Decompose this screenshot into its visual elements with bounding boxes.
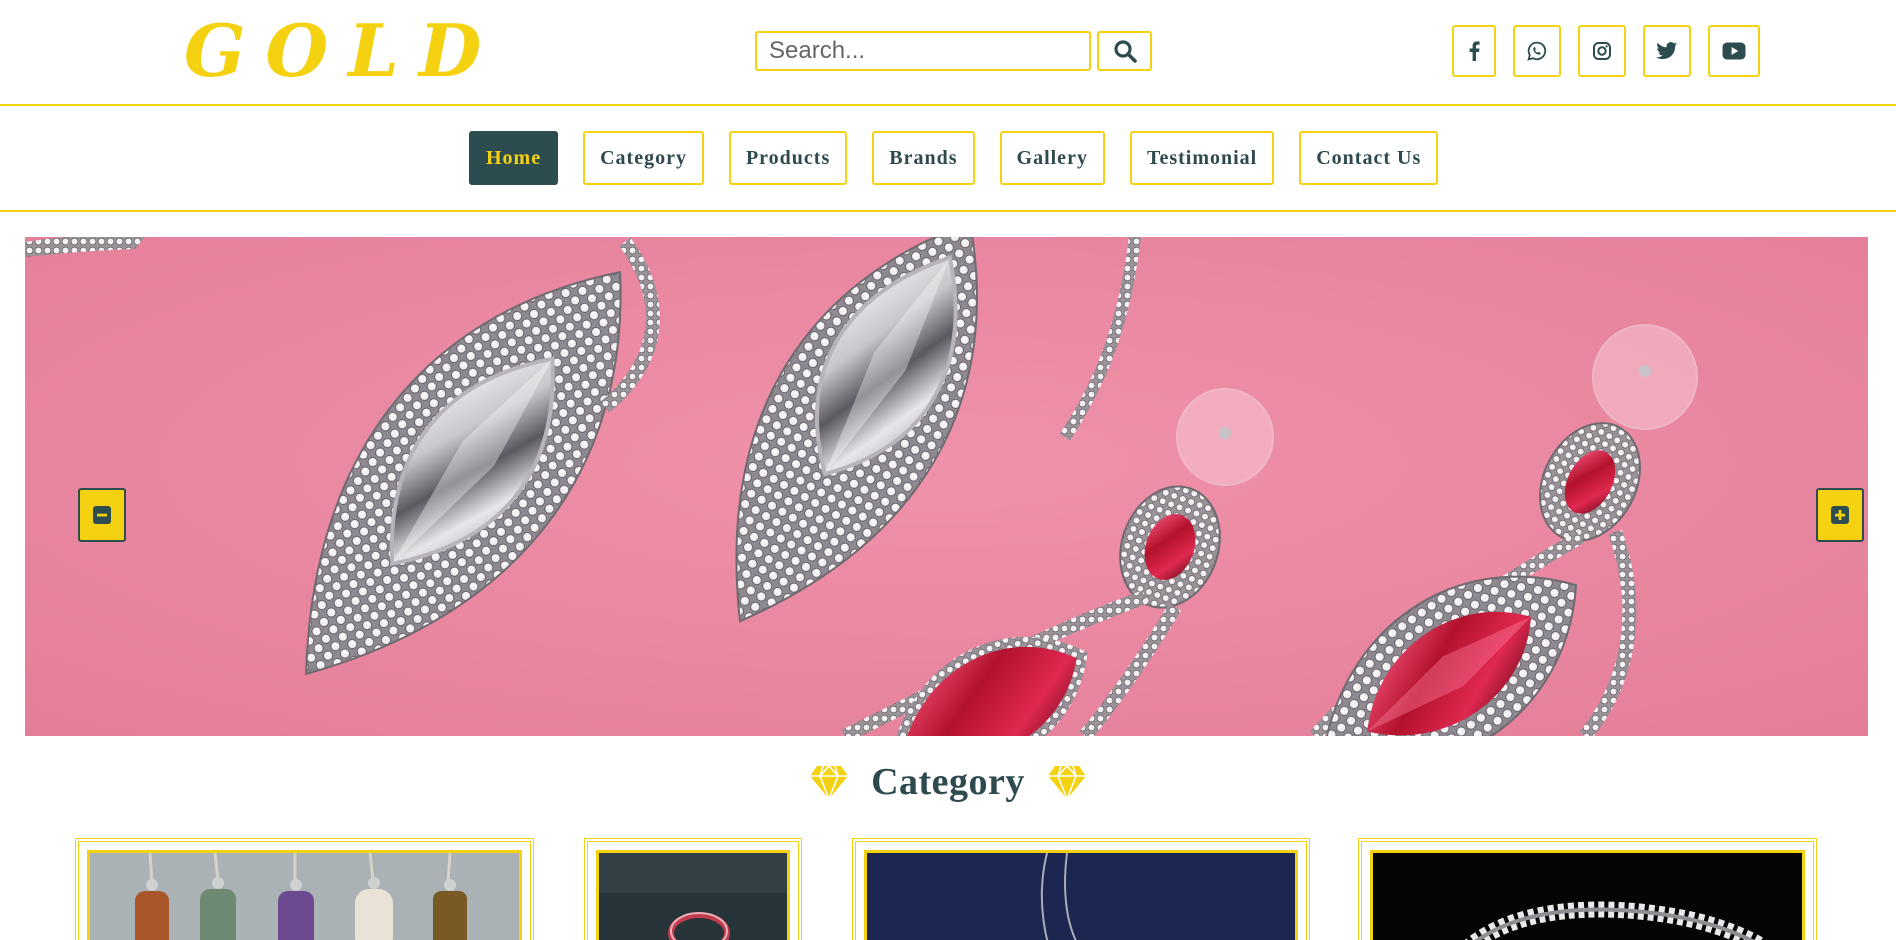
- nav-menu: Home Category Products Brands Gallery Te…: [469, 131, 1463, 185]
- diamond-icon: [810, 764, 849, 800]
- search-button[interactable]: [1097, 31, 1152, 71]
- bracelets-image: [1373, 853, 1802, 940]
- twitter-link[interactable]: [1643, 25, 1691, 77]
- slider-prev-button[interactable]: [78, 488, 126, 542]
- nav-item-contact-us[interactable]: Contact Us: [1299, 131, 1439, 185]
- minus-square-icon: [93, 506, 111, 524]
- card-image: [1370, 850, 1805, 940]
- hero-slider: [25, 237, 1868, 736]
- category-heading: Category: [0, 752, 1896, 812]
- category-title: Category: [871, 761, 1025, 803]
- category-card-bracelets[interactable]: [1358, 838, 1817, 940]
- nav-item-category[interactable]: Category: [583, 131, 704, 185]
- rings-image: [599, 853, 787, 940]
- youtube-icon: [1722, 42, 1746, 60]
- nav-item-gallery[interactable]: Gallery: [999, 131, 1105, 185]
- twitter-icon: [1656, 42, 1678, 60]
- plus-square-icon: [1831, 506, 1849, 524]
- whatsapp-icon: [1527, 41, 1547, 61]
- search-input[interactable]: [755, 31, 1091, 71]
- top-header: GOLD: [0, 0, 1896, 106]
- category-card-necklaces[interactable]: [852, 838, 1310, 940]
- diamond-icon: [1047, 764, 1086, 800]
- slider-next-button[interactable]: [1816, 488, 1864, 542]
- nav-item-brands[interactable]: Brands: [872, 131, 975, 185]
- main-navigation: Home Category Products Brands Gallery Te…: [0, 106, 1896, 212]
- instagram-icon: [1593, 42, 1611, 60]
- card-image: [864, 850, 1298, 940]
- hero-slide-image: [25, 237, 1868, 736]
- card-image: [87, 850, 522, 940]
- category-card-rings[interactable]: [584, 838, 802, 940]
- pendants-image: [90, 853, 519, 940]
- social-links: [1452, 25, 1777, 77]
- necklaces-image: [867, 853, 1295, 940]
- whatsapp-link[interactable]: [1513, 25, 1561, 77]
- facebook-link[interactable]: [1452, 25, 1496, 77]
- category-card-pendants[interactable]: [75, 838, 534, 940]
- youtube-link[interactable]: [1708, 25, 1760, 77]
- search-icon: [1113, 40, 1137, 63]
- nav-item-testimonial[interactable]: Testimonial: [1129, 131, 1275, 185]
- instagram-link[interactable]: [1578, 25, 1626, 77]
- search-bar: [755, 31, 1152, 73]
- nav-item-home[interactable]: Home: [469, 131, 559, 185]
- nav-item-products[interactable]: Products: [728, 131, 848, 185]
- facebook-icon: [1469, 41, 1480, 61]
- site-logo[interactable]: GOLD: [184, 6, 501, 96]
- card-image: [596, 850, 790, 940]
